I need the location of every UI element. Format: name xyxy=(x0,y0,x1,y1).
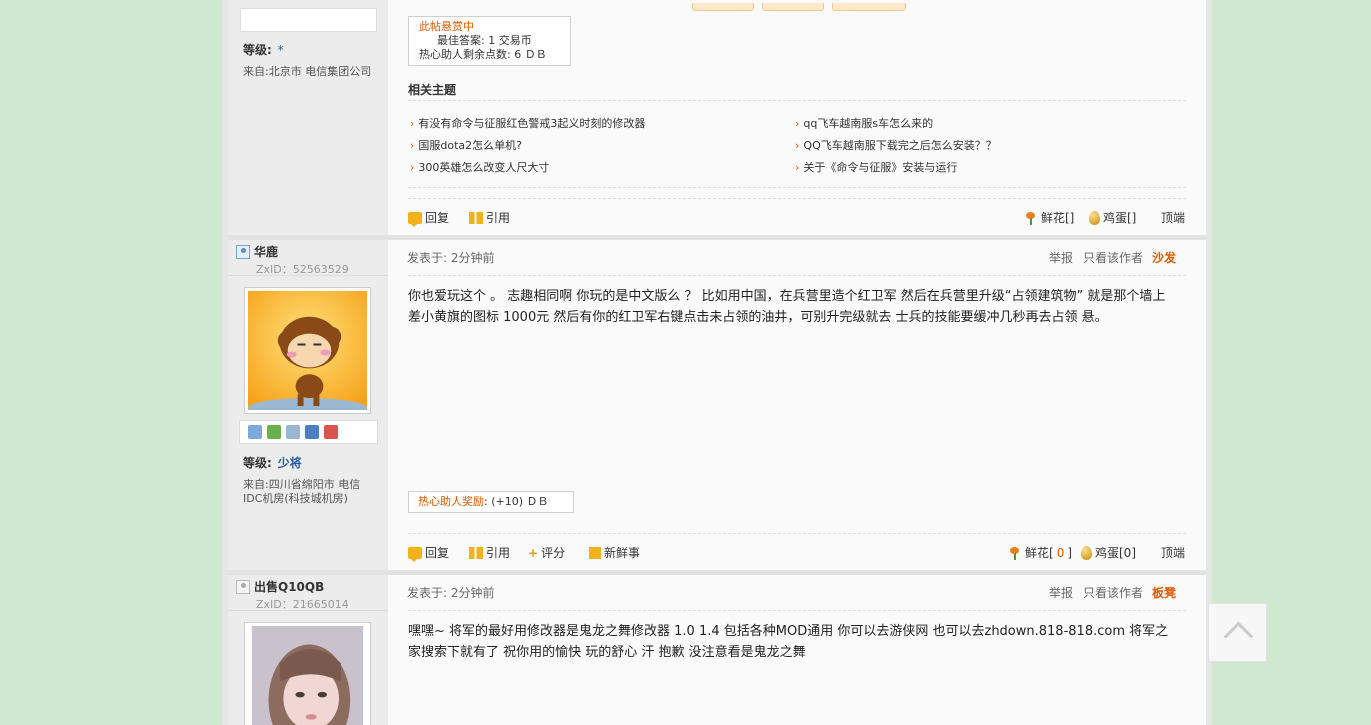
helper-points: 热心助人剩余点数: 6 ＤＢ xyxy=(419,48,547,61)
related-link[interactable]: › qq飞车越南服s车怎么来的 xyxy=(795,115,933,131)
quote-button[interactable]: 引用 xyxy=(469,544,510,561)
quote-icon xyxy=(469,546,483,559)
username[interactable]: 出售Q10QB xyxy=(254,578,324,595)
reward-status: 此帖悬赏中 xyxy=(419,20,474,33)
reward-box: 此帖悬赏中 最佳答案: 1 交易币 热心助人剩余点数: 6 ＤＢ xyxy=(408,16,571,66)
back-to-top-link[interactable]: 顶端 xyxy=(1161,544,1185,561)
floor-label[interactable]: 沙发 xyxy=(1152,249,1176,266)
level-line: 等级: 少将 xyxy=(243,454,302,471)
message-icon[interactable] xyxy=(248,425,262,439)
egg-icon xyxy=(1089,210,1100,225)
divider xyxy=(408,100,1186,101)
author-name-row: 华鹿 xyxy=(236,243,278,260)
username[interactable]: 华鹿 xyxy=(254,243,278,260)
report-link[interactable]: 举报 xyxy=(1049,584,1073,601)
floor-label[interactable]: 板凳 xyxy=(1152,584,1176,601)
avatar[interactable] xyxy=(244,287,371,418)
back-to-top-link[interactable]: 顶端 xyxy=(1161,209,1185,226)
reward-label: 热心助人奖励 xyxy=(418,495,484,508)
author-name-row: 出售Q10QB xyxy=(236,578,324,595)
reply-button[interactable]: 回复 xyxy=(408,544,449,562)
level-label: 等级: xyxy=(243,456,272,470)
egg-button[interactable]: 鸡蛋[0] xyxy=(1081,544,1136,561)
related-link[interactable]: › 国服dota2怎么单机? xyxy=(410,137,522,153)
apps-icon[interactable] xyxy=(324,425,338,439)
post-separator xyxy=(228,235,1206,240)
report-link[interactable]: 举报 xyxy=(1049,249,1073,266)
divider xyxy=(408,198,1186,199)
search-posts-icon[interactable] xyxy=(286,425,300,439)
user-icon xyxy=(236,244,250,259)
arrow-icon: › xyxy=(410,139,415,152)
reply-icon xyxy=(408,211,422,227)
related-link[interactable]: › QQ飞车越南服下载完之后怎么安装？？ xyxy=(795,137,997,153)
related-link[interactable]: › 300英雄怎么改变人尺大寸 xyxy=(410,159,549,175)
related-title: 相关主题 xyxy=(408,83,457,97)
post-separator xyxy=(228,570,1206,575)
arrow-icon: › xyxy=(795,139,800,152)
news-icon xyxy=(589,546,601,559)
top-button-2[interactable] xyxy=(761,3,824,11)
reward-value: : (+10) ＤＢ xyxy=(484,495,549,508)
flower-button[interactable]: 鲜花[] xyxy=(1024,209,1074,226)
quote-button[interactable]: 引用 xyxy=(469,209,510,226)
only-author-link[interactable]: 只看该作者 xyxy=(1083,249,1143,266)
back-to-top-button[interactable] xyxy=(1208,603,1267,662)
related-link[interactable]: › 关于《命令与征服》安装与运行 xyxy=(795,159,957,175)
only-author-link[interactable]: 只看该作者 xyxy=(1083,584,1143,601)
quote-icon xyxy=(469,211,483,224)
level-value[interactable]: 少将 xyxy=(278,456,302,470)
arrow-icon: › xyxy=(795,117,800,130)
post-content: 你也爱玩这个 。 志趣相同啊 你玩的是中文版么 ？ 比如用中国，在兵营里造个红卫… xyxy=(408,289,1166,325)
arrow-icon: › xyxy=(410,161,415,174)
flower-button[interactable]: 鲜花[0] xyxy=(1008,544,1072,561)
reply-icon xyxy=(408,546,422,562)
author-toolbar xyxy=(239,420,378,444)
news-button[interactable]: 新鲜事 xyxy=(589,544,640,561)
divider xyxy=(408,610,1186,611)
profile-icon[interactable] xyxy=(305,425,319,439)
level-line: 等级: * xyxy=(243,41,284,58)
post-content: 嘿嘿~ 将军的最好用修改器是鬼龙之舞修改器 1.0 1.4 包括各种MOD通用 … xyxy=(408,624,1169,660)
level-label: 等级: xyxy=(243,43,272,57)
rate-button[interactable]: + 评分 xyxy=(528,544,565,561)
reward-box: 热心助人奖励: (+10) ＤＢ xyxy=(408,491,574,513)
egg-icon xyxy=(1081,545,1092,560)
top-buttons xyxy=(692,0,906,14)
divider xyxy=(408,275,1186,276)
level-value[interactable]: * xyxy=(278,43,284,57)
top-button-1[interactable] xyxy=(692,3,754,11)
post-time: 发表于: 2分钟前 xyxy=(407,251,495,265)
arrow-icon: › xyxy=(795,161,800,174)
flower-icon xyxy=(1024,211,1038,225)
thread-container: 等级: * 来自:北京市 电信集团公司 此帖悬赏中 最佳答案: 1 交易币 热心… xyxy=(222,0,1212,725)
author-info-bar xyxy=(240,8,377,32)
divider xyxy=(408,533,1186,534)
add-friend-icon[interactable] xyxy=(267,425,281,439)
location: 来自:北京市 电信集团公司 xyxy=(243,65,372,78)
user-icon xyxy=(236,579,250,594)
location: 来自:四川省绵阳市 电信IDC机房(科技城机房) xyxy=(243,478,361,505)
related-link[interactable]: › 有没有命令与征服红色警戒3起义时刻的修改器 xyxy=(410,115,645,131)
flower-icon xyxy=(1008,546,1022,560)
avatar-image xyxy=(248,291,367,418)
egg-button[interactable]: 鸡蛋[] xyxy=(1089,209,1136,226)
best-answer: 最佳答案: 1 交易币 xyxy=(437,34,532,47)
divider xyxy=(228,610,388,611)
divider xyxy=(408,187,1186,188)
avatar-image xyxy=(251,626,364,725)
plus-icon: + xyxy=(528,545,539,560)
arrow-icon: › xyxy=(410,117,415,130)
post-time: 发表于: 2分钟前 xyxy=(407,586,495,600)
reply-button[interactable]: 回复 xyxy=(408,209,449,227)
top-button-3[interactable] xyxy=(831,3,906,11)
avatar[interactable] xyxy=(244,622,371,725)
divider xyxy=(228,275,388,276)
